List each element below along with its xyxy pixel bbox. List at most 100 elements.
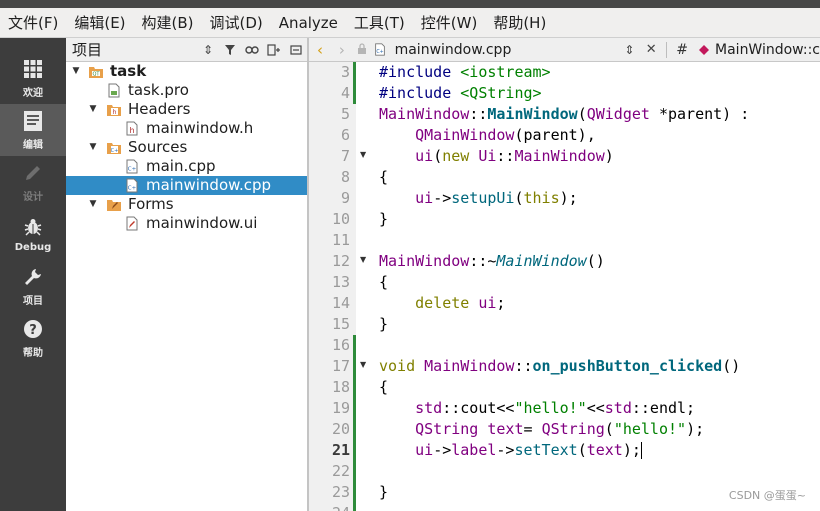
menu-tools[interactable]: 工具(T) — [346, 8, 413, 38]
tree-item-label: Forms — [128, 195, 174, 213]
symbol-selector[interactable]: MainWindow::c — [715, 42, 820, 58]
menu-analyze[interactable]: Analyze — [271, 8, 346, 38]
code-line: QMainWindow(parent), — [415, 126, 596, 144]
wrench-icon — [21, 265, 45, 289]
line-number: 7 — [340, 147, 350, 165]
code-line: delete ui; — [415, 294, 506, 312]
pencil-icon — [21, 161, 45, 185]
mode-welcome[interactable]: 欢迎 — [0, 52, 66, 104]
svg-text:C+: C+ — [128, 186, 137, 192]
tree-item-sources[interactable]: ▼ C+ Sources — [66, 138, 307, 157]
line-number: 10 — [331, 210, 350, 228]
expand-arrow-icon[interactable]: ▼ — [88, 100, 98, 119]
code-line: std::cout<<"hello!"<<std::endl; — [415, 399, 696, 417]
svg-text:h: h — [129, 126, 134, 135]
tree-item-label: Sources — [128, 138, 188, 156]
mode-sidebar: 欢迎 编辑 设计 Debug 项目 ? 帮助 — [0, 38, 66, 511]
mode-edit[interactable]: 编辑 — [0, 104, 66, 156]
project-panel-title: 项目 — [72, 41, 103, 59]
code-line: } — [379, 210, 389, 228]
question-icon: ? — [21, 317, 45, 341]
code-line: ui(new Ui::MainWindow) — [415, 147, 614, 165]
project-icon: QT — [89, 67, 103, 78]
expand-arrow-icon[interactable]: ▼ — [88, 195, 98, 214]
split-icon[interactable] — [263, 39, 285, 61]
mode-projects[interactable]: 项目 — [0, 260, 66, 312]
code-line: #include <QString> — [379, 84, 542, 102]
project-tree: ▼ QT task task.pro ▼ h Headers h mainwin… — [66, 62, 307, 511]
fold-arrow-icon[interactable]: ▼ — [360, 360, 366, 369]
line-number: 9 — [340, 189, 350, 207]
fold-arrow-icon[interactable]: ▼ — [360, 150, 366, 159]
code-editor[interactable]: #include <iostream> #include <QString> M… — [379, 62, 820, 511]
svg-text:C+: C+ — [376, 49, 383, 55]
line-number: 12 — [331, 252, 350, 270]
modified-line-marker — [353, 335, 356, 511]
mode-welcome-label: 欢迎 — [23, 88, 43, 99]
tree-item-label: mainwindow.h — [146, 119, 254, 137]
mode-design-label: 设计 — [23, 192, 43, 203]
tree-item-forms[interactable]: ▼ Forms — [66, 195, 307, 214]
tree-item-headers[interactable]: ▼ h Headers — [66, 100, 307, 119]
menu-build[interactable]: 构建(B) — [134, 8, 202, 38]
tree-item-task-pro[interactable]: task.pro — [66, 81, 307, 100]
forms-folder-icon — [107, 200, 121, 211]
tree-item-main-cpp[interactable]: C+ main.cpp — [66, 157, 307, 176]
tree-item-label: mainwindow.cpp — [146, 176, 272, 194]
text-cursor — [640, 442, 642, 459]
code-line: } — [379, 483, 389, 501]
tree-item-task[interactable]: ▼ QT task — [66, 62, 307, 81]
menu-file[interactable]: 文件(F) — [0, 8, 66, 38]
symbol-hash: # — [676, 41, 689, 58]
mode-help-label: 帮助 — [23, 348, 43, 359]
mode-edit-label: 编辑 — [23, 140, 43, 151]
code-line: ui->setupUi(this); — [415, 189, 578, 207]
line-number-gutter: 3 4 5 6 7 8 9 10 11 12 13 14 15 16 17 18… — [309, 62, 366, 511]
line-number: 3 — [340, 63, 350, 81]
code-line: { — [379, 273, 389, 291]
menu-help[interactable]: 帮助(H) — [485, 8, 554, 38]
filter-icon[interactable] — [219, 39, 241, 61]
pro-file-icon — [108, 83, 120, 98]
expand-arrow-icon[interactable]: ▼ — [88, 138, 98, 157]
watermark: CSDN @蛋蛋~ — [728, 489, 806, 502]
back-arrow-icon[interactable]: ‹ — [309, 41, 331, 59]
tree-item-mainwindow-h[interactable]: h mainwindow.h — [66, 119, 307, 138]
close-panel-icon[interactable] — [285, 39, 307, 61]
line-number: 19 — [331, 399, 350, 417]
expand-arrow-icon[interactable]: ▼ — [71, 62, 81, 81]
modified-line-marker — [353, 62, 356, 104]
line-number: 17 — [331, 357, 350, 375]
svg-text:QT: QT — [93, 72, 101, 78]
forward-arrow-icon[interactable]: › — [331, 41, 353, 59]
editor-toolbar: ‹ › C+ mainwindow.cpp ⇕ ✕ # MainWindow::… — [309, 38, 820, 62]
mode-help[interactable]: ? 帮助 — [0, 312, 66, 364]
tab-list-icon[interactable]: ⇕ — [618, 43, 640, 57]
view-selector-icon[interactable]: ⇕ — [197, 39, 219, 61]
cpp-file-icon: C+ — [371, 42, 389, 57]
cpp-file-icon: C+ — [126, 159, 138, 174]
mode-debug-label: Debug — [14, 242, 52, 253]
toolbar-divider — [666, 41, 668, 58]
link-icon[interactable] — [241, 39, 263, 61]
menu-edit[interactable]: 编辑(E) — [66, 8, 133, 38]
mode-debug[interactable]: Debug — [0, 208, 66, 260]
code-line: MainWindow::~MainWindow() — [379, 252, 605, 270]
fold-arrow-icon[interactable]: ▼ — [360, 255, 366, 264]
close-file-icon[interactable]: ✕ — [640, 42, 662, 57]
code-line: } — [379, 315, 389, 333]
tree-item-label: task.pro — [128, 81, 189, 99]
menu-widgets[interactable]: 控件(W) — [413, 8, 486, 38]
line-number: 8 — [340, 168, 350, 186]
svg-text:C+: C+ — [111, 148, 119, 154]
project-panel-header: 项目 ⇕ — [66, 38, 307, 62]
code-line: { — [379, 168, 389, 186]
tree-item-mainwindow-cpp[interactable]: C+ mainwindow.cpp — [66, 176, 307, 195]
line-number: 11 — [331, 231, 350, 249]
cpp-file-icon: C+ — [126, 178, 138, 193]
grid-icon — [21, 57, 45, 81]
file-tab-name[interactable]: mainwindow.cpp — [395, 42, 619, 58]
mode-design[interactable]: 设计 — [0, 156, 66, 208]
tree-item-mainwindow-ui[interactable]: mainwindow.ui — [66, 214, 307, 233]
menu-debug[interactable]: 调试(D) — [202, 8, 271, 38]
